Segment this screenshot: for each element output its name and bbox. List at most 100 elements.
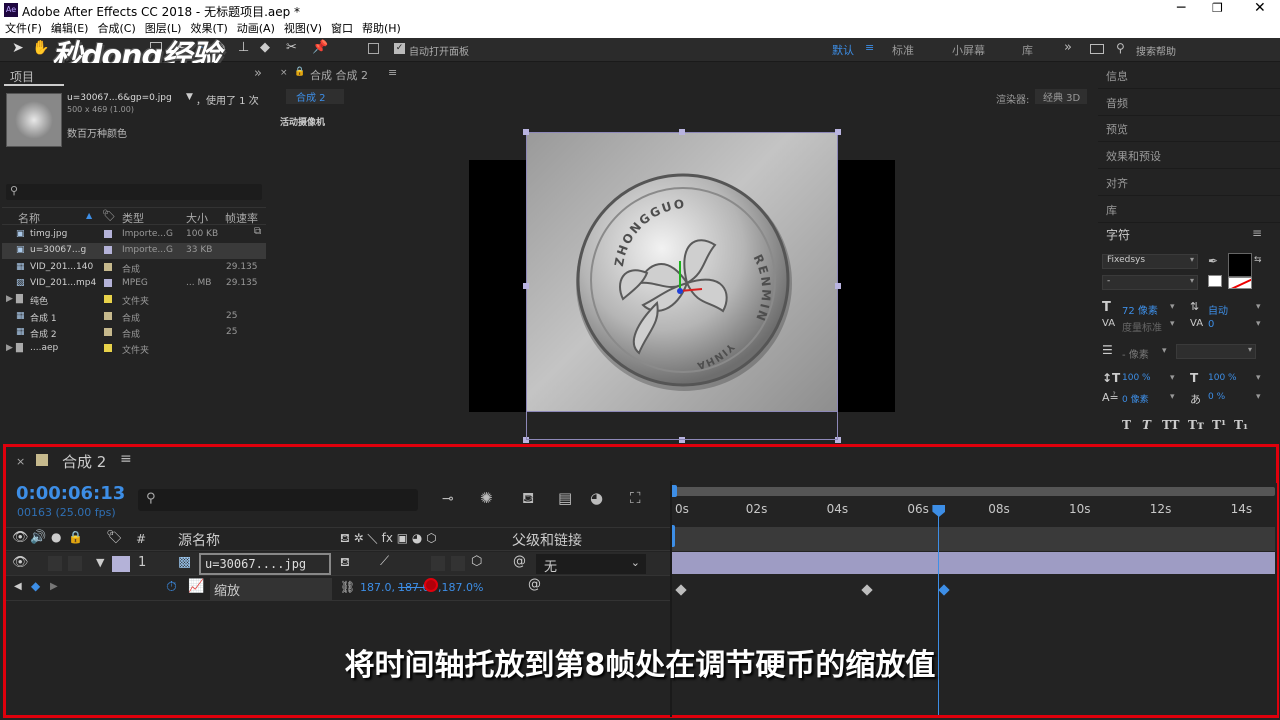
scale-value-z[interactable]: ,187.0%: [438, 581, 483, 594]
right-panel-item[interactable]: 对齐: [1098, 171, 1280, 196]
transform-handle[interactable]: [835, 283, 841, 289]
graph-icon[interactable]: 📈: [188, 579, 204, 594]
prev-keyframe-icon[interactable]: ◀: [14, 581, 22, 592]
audio-toggle[interactable]: [48, 556, 62, 571]
workspace-default[interactable]: 默认: [832, 42, 854, 58]
transform-handle[interactable]: [523, 129, 529, 135]
renderer-select[interactable]: 经典 3D: [1035, 89, 1087, 104]
timeline-close-icon[interactable]: ×: [16, 455, 25, 468]
chevron-down-icon[interactable]: ▾: [1170, 302, 1175, 312]
right-panel-item[interactable]: 预览: [1098, 117, 1280, 143]
font-family-select[interactable]: Fixedsys ▾: [1102, 254, 1198, 269]
right-panel-item[interactable]: 库: [1098, 198, 1280, 223]
layer-name-field[interactable]: u=30067....jpg: [199, 553, 331, 575]
chevron-down-icon[interactable]: ▾: [1170, 373, 1175, 383]
layer-duration-bar[interactable]: [672, 552, 1275, 574]
layer-row[interactable]: 👁 ▼ 1 ▩ u=30067....jpg ⛾ ⟋ ⬡ @ 无 ⌄: [6, 552, 670, 576]
quality-switch-icon[interactable]: ⟋: [380, 554, 389, 569]
work-area-bar[interactable]: [670, 487, 1275, 496]
project-tab[interactable]: 项目: [4, 66, 64, 86]
menu-layer[interactable]: 图层(L): [145, 20, 182, 38]
subscript-button[interactable]: T₁: [1234, 418, 1248, 432]
horizontal-scale-value[interactable]: 100 %: [1208, 373, 1237, 383]
frame-blending-icon[interactable]: ▤: [558, 489, 572, 507]
switch-box[interactable]: [451, 556, 465, 571]
font-size-value[interactable]: 72 像素: [1122, 302, 1158, 317]
comp-menu-icon[interactable]: ≡: [388, 66, 397, 79]
all-caps-button[interactable]: TT: [1162, 418, 1179, 432]
leading-value[interactable]: 自动: [1208, 302, 1228, 317]
menu-help[interactable]: 帮助(H): [362, 20, 401, 38]
workspace-standard[interactable]: 标准: [892, 42, 914, 58]
motion-blur-icon[interactable]: ◕: [590, 489, 603, 507]
menu-window[interactable]: 窗口: [331, 20, 353, 38]
label-color-chip[interactable]: [104, 344, 112, 353]
3d-layer-switch-icon[interactable]: ⬡: [471, 554, 482, 569]
tracking-value[interactable]: 0: [1208, 319, 1214, 330]
stopwatch-icon[interactable]: ⏱: [166, 579, 177, 595]
eyedropper-icon[interactable]: ✒: [1208, 254, 1218, 268]
current-timecode[interactable]: 0:00:06:13: [16, 483, 125, 504]
scale-property-row[interactable]: ◀ ◆ ▶ ⏱ 📈 缩放 ⛓ 187.0, 187.0 ,187.0% @: [6, 577, 670, 601]
fill-color-swatch[interactable]: [1228, 253, 1252, 277]
vertical-scale-value[interactable]: 100 %: [1122, 373, 1151, 383]
expression-pickwhip-icon[interactable]: @: [528, 577, 541, 592]
label-color-chip[interactable]: [104, 311, 112, 320]
auto-open-checkbox[interactable]: ✓: [394, 43, 405, 54]
help-search-input[interactable]: 搜索帮助: [1136, 43, 1176, 58]
character-menu-icon[interactable]: ≡: [1252, 226, 1262, 240]
col-size[interactable]: 大小: [186, 210, 208, 226]
small-caps-button[interactable]: Tт: [1188, 418, 1204, 432]
stroke-type-select[interactable]: ▾: [1176, 344, 1256, 359]
comp-tab[interactable]: 合成 合成 2: [310, 67, 368, 83]
right-panel-item[interactable]: 音频: [1098, 91, 1280, 116]
menu-view[interactable]: 视图(V): [284, 20, 322, 38]
shy-switch-icon[interactable]: ⛾: [340, 555, 350, 571]
project-item-row[interactable]: ▣ timg.jpg Importe...G 100 KB: [2, 227, 266, 243]
hand-tool-icon[interactable]: ✋: [32, 40, 49, 56]
stroke-color-swatch[interactable]: [1208, 275, 1222, 287]
chevron-down-icon[interactable]: ▾: [1256, 319, 1261, 329]
maximize-icon[interactable]: ❐: [1212, 1, 1223, 15]
comp-flowchart-icon[interactable]: ⊸: [442, 491, 454, 507]
next-keyframe-icon[interactable]: ▶: [50, 581, 58, 592]
timeline-tab-label[interactable]: 合成 2: [62, 451, 106, 472]
add-keyframe-icon[interactable]: ◆: [31, 579, 40, 593]
chevron-down-icon[interactable]: ▾: [1162, 346, 1167, 356]
snap-icon[interactable]: [368, 43, 379, 54]
no-stroke-swatch[interactable]: [1228, 277, 1252, 289]
transform-handle[interactable]: [835, 129, 841, 135]
lock-toggle[interactable]: [68, 556, 82, 571]
chevron-down-icon[interactable]: ▾: [1170, 319, 1175, 329]
more-workspaces-icon[interactable]: »: [1064, 40, 1072, 55]
pickwhip-icon[interactable]: @: [513, 554, 526, 569]
faux-bold-button[interactable]: T: [1122, 418, 1131, 432]
eraser-tool-icon[interactable]: ◆: [260, 40, 270, 55]
label-color-chip[interactable]: [104, 295, 112, 304]
chevron-down-icon[interactable]: ▾: [1256, 392, 1261, 402]
panel-toggle-icon[interactable]: [1090, 44, 1104, 54]
lock-icon[interactable]: 🔒: [294, 67, 305, 77]
layer-label-color[interactable]: [112, 556, 130, 572]
label-color-chip[interactable]: [104, 246, 112, 255]
project-search-input[interactable]: ⚲: [6, 184, 262, 200]
scale-value-x[interactable]: 187.0,: [360, 581, 395, 594]
right-panel-item[interactable]: 效果和预设: [1098, 144, 1280, 170]
parent-link-header[interactable]: 父级和链接: [512, 530, 582, 550]
collapse-arrow-icon[interactable]: ▼: [96, 556, 104, 569]
project-item-row[interactable]: ▣ u=30067...g Importe...G 33 KB: [2, 243, 266, 260]
chevron-down-icon[interactable]: ▾: [1170, 392, 1175, 402]
col-fps[interactable]: 帧速率: [225, 210, 258, 226]
workspace-small-screen[interactable]: 小屏幕: [952, 42, 985, 58]
coin-image-layer[interactable]: ZHONGGUO RENMIN YINHANG: [526, 132, 838, 412]
label-color-chip[interactable]: [104, 278, 112, 287]
comp-subtab[interactable]: 合成 2: [286, 89, 344, 104]
transform-handle[interactable]: [523, 283, 529, 289]
menu-composition[interactable]: 合成(C): [97, 20, 135, 38]
label-color-chip[interactable]: [104, 327, 112, 336]
col-name[interactable]: 名称: [18, 210, 40, 226]
project-item-row[interactable]: ▦ 合成 1 合成 25: [2, 309, 266, 325]
project-item-row[interactable]: ▧ VID_201...mp4 MPEG ... MB 29.135: [2, 276, 266, 292]
timeline-menu-icon[interactable]: ≡: [120, 451, 132, 467]
baseline-shift-value[interactable]: 0 像素: [1122, 392, 1149, 405]
